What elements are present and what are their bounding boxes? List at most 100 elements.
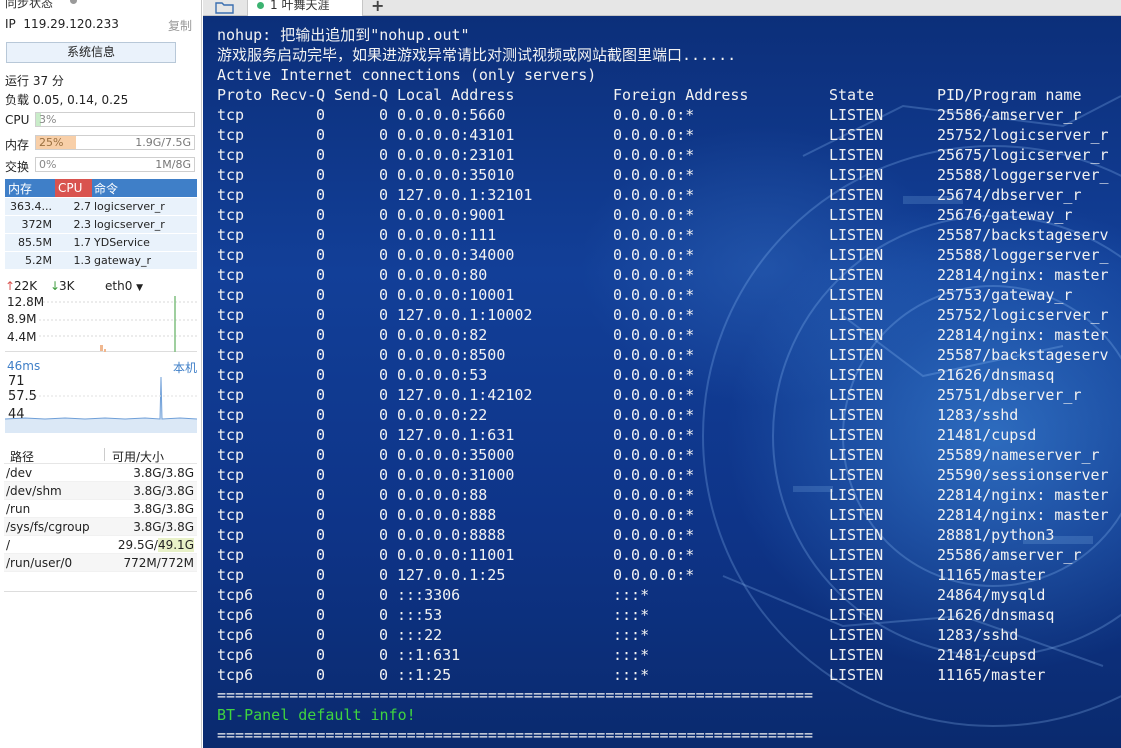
connection-status-icon (257, 2, 264, 9)
disk-row[interactable]: /run/user/0 772M/772M (4, 554, 197, 572)
disk-row[interactable]: /dev 3.8G/3.8G (4, 464, 197, 482)
disk-size: 772M/772M (123, 556, 194, 570)
interface-select[interactable]: eth0 ▼ (105, 279, 143, 293)
col-proto: tcp (217, 526, 245, 544)
col-foreign: 0.0.0.0:* (613, 546, 695, 564)
col-state: LISTEN (829, 506, 884, 524)
col-pid: 25675/logicserver_r (937, 146, 1109, 164)
process-cmd-header[interactable]: 命令 (94, 180, 118, 197)
latency-chart: 71 57.5 44 (4, 374, 198, 433)
col-sendq: 0 (379, 106, 389, 124)
col-pid: 22814/nginx: master (937, 326, 1109, 344)
col-sendq: 0 (379, 386, 389, 404)
latency-host[interactable]: 本机 (173, 359, 197, 376)
disk-table-footer-divider (4, 591, 197, 592)
disk-size-available: 29.5G/ (117, 538, 158, 552)
col-pid: 22814/nginx: master (937, 506, 1109, 524)
terminal-line: 游戏服务启动完毕，如果进游戏异常请比对测试视频或网站截图里端口...... (217, 46, 737, 64)
disk-size: 3.8G/3.8G (133, 502, 194, 516)
col-sendq: 0 (379, 326, 389, 344)
disk-size: 3.8G/3.8G (133, 484, 194, 498)
tab-session-1[interactable]: 1 叶舞天涯 (247, 0, 363, 16)
col-pid: 25590/sessionserver (937, 466, 1109, 484)
process-cmd: gateway_r (94, 254, 152, 267)
swap-meter: 0% 1M/8G (35, 157, 195, 172)
col-pid: 25587/backstageserv (937, 226, 1109, 244)
col-proto: tcp (217, 386, 245, 404)
col-proto: tcp (217, 186, 245, 204)
ip-value: 119.29.120.233 (23, 17, 119, 31)
disk-row[interactable]: /sys/fs/cgroup 3.8G/3.8G (4, 518, 197, 536)
col-recvq: 0 (316, 166, 326, 184)
system-info-button[interactable]: 系统信息 (6, 42, 176, 63)
ip-label: IP (5, 17, 16, 31)
col-recvq-header: Recv-Q (271, 86, 326, 104)
col-pid: 28881/python3 (937, 526, 1055, 544)
col-pid: 25676/gateway_r (937, 206, 1073, 224)
col-state: LISTEN (829, 466, 884, 484)
col-proto: tcp (217, 106, 245, 124)
col-state: LISTEN (829, 626, 884, 644)
col-proto: tcp (217, 446, 245, 464)
col-local: 127.0.0.1:25 (397, 566, 506, 584)
col-proto: tcp (217, 566, 245, 584)
col-recvq: 0 (316, 446, 326, 464)
disk-path-header[interactable]: 路径 (10, 448, 34, 465)
col-foreign-header: Foreign Address (613, 86, 749, 104)
process-row[interactable]: 372M 2.3 logicserver_r (5, 216, 197, 234)
col-recvq: 0 (316, 206, 326, 224)
system-monitor-sidebar: 同步状态 IP 119.29.120.233 复制 系统信息 运行 37 分 负… (0, 0, 202, 748)
col-state: LISTEN (829, 526, 884, 544)
col-pid: 25751/dbserver_r (937, 386, 1082, 404)
process-row[interactable]: 85.5M 1.7 YDService (5, 234, 197, 252)
col-recvq: 0 (316, 186, 326, 204)
col-local: 0.0.0.0:43101 (397, 126, 515, 144)
col-recvq: 0 (316, 106, 326, 124)
col-pid: 25589/nameserver_r (937, 446, 1100, 464)
col-pid: 24864/mysqld (937, 586, 1046, 604)
col-recvq: 0 (316, 326, 326, 344)
col-local: 127.0.0.1:32101 (397, 186, 533, 204)
col-local: 0.0.0.0:888 (397, 506, 497, 524)
process-cpu-header[interactable]: CPU (55, 179, 92, 197)
col-local: :::3306 (397, 586, 461, 604)
process-mem-header[interactable]: 内存 (8, 180, 32, 197)
col-local: 127.0.0.1:10002 (397, 306, 533, 324)
col-proto: tcp6 (217, 626, 254, 644)
process-row[interactable]: 363.4... 2.7 logicserver_r (5, 198, 197, 216)
col-pid: 21481/cupsd (937, 426, 1037, 444)
col-sendq: 0 (379, 226, 389, 244)
folder-icon[interactable] (215, 0, 235, 14)
upload-speed: 22K (14, 279, 38, 293)
disk-size-header[interactable]: 可用/大小 (112, 448, 164, 465)
col-recvq: 0 (316, 386, 326, 404)
col-state: LISTEN (829, 306, 884, 324)
col-sendq: 0 (379, 146, 389, 164)
cpu-label: CPU (5, 113, 30, 127)
net-axis-tick: 4.4M (7, 330, 37, 344)
memory-percent: 25% (39, 136, 64, 149)
new-tab-plus-icon[interactable]: + (371, 0, 384, 15)
disk-row[interactable]: /run 3.8G/3.8G (4, 500, 197, 518)
swap-label: 交换 (5, 160, 30, 174)
col-local: 0.0.0.0:35010 (397, 166, 515, 184)
col-pid: 25587/backstageserv (937, 346, 1109, 364)
process-row[interactable]: 5.2M 1.3 gateway_r (5, 252, 197, 270)
col-foreign: :::* (613, 586, 650, 604)
disk-row[interactable]: / 29.5G/49.1G (4, 536, 197, 554)
latency-axis-tick: 71 (8, 374, 25, 389)
col-foreign: :::* (613, 626, 650, 644)
copy-ip-button[interactable]: 复制 (168, 17, 192, 34)
col-proto: tcp (217, 146, 245, 164)
disk-row[interactable]: /dev/shm 3.8G/3.8G (4, 482, 197, 500)
col-sendq: 0 (379, 546, 389, 564)
col-proto: tcp6 (217, 586, 254, 604)
col-foreign: :::* (613, 606, 650, 624)
terminal-output[interactable]: nohup: 把输出追加到"nohup.out" 游戏服务启动完毕，如果进游戏异… (203, 16, 1121, 748)
col-sendq: 0 (379, 206, 389, 224)
col-pid: 25588/loggerserver_ (937, 246, 1109, 264)
col-foreign: 0.0.0.0:* (613, 326, 695, 344)
col-foreign: 0.0.0.0:* (613, 226, 695, 244)
network-header: ↑ 22K ↓ 3K eth0 ▼ (5, 279, 197, 295)
col-pid: 25752/logicserver_r (937, 126, 1109, 144)
